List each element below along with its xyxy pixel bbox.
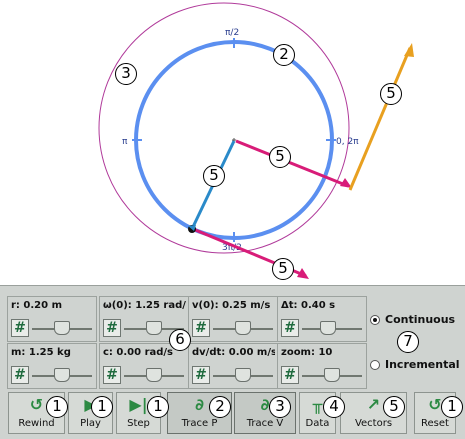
control-dt: Δt: 0.40 s # — [277, 296, 367, 342]
callout-5-force-particle: 5 — [272, 258, 294, 280]
control-velocity: v(0): 0.25 m/s # — [188, 296, 278, 342]
dt-entry-button[interactable]: # — [281, 319, 299, 337]
rewind-label: Rewind — [18, 418, 55, 429]
acceleration-vector — [348, 43, 414, 191]
control-radius: r: 0.20 m # — [7, 296, 97, 342]
dvdt-entry-button[interactable]: # — [192, 366, 210, 384]
velocity-slider-thumb[interactable] — [235, 321, 251, 335]
callout-2-trace: 2 — [209, 396, 231, 418]
control-mass-label: m: 1.25 kg — [11, 347, 71, 358]
callout-1-reset: 1 — [441, 396, 463, 418]
angle-label-top: π/2 — [225, 28, 239, 38]
incremental-radio[interactable] — [370, 360, 380, 370]
dvdt-slider-thumb[interactable] — [235, 368, 251, 382]
callout-5-force-center: 5 — [269, 146, 291, 168]
control-velocity-label: v(0): 0.25 m/s — [192, 300, 271, 311]
reset-label: Reset — [421, 418, 449, 429]
angle-label-left: π — [122, 137, 128, 147]
radius-entry-button[interactable]: # — [11, 319, 29, 337]
vectors-label: Vectors — [354, 418, 393, 429]
callout-5-vectors: 5 — [383, 396, 405, 418]
callout-7: 7 — [397, 331, 419, 353]
control-mass: m: 1.25 kg # — [7, 343, 97, 389]
callout-1-step: 1 — [147, 396, 169, 418]
c-slider-thumb[interactable] — [146, 368, 162, 382]
callout-4-data: 4 — [323, 396, 345, 418]
callout-5-accel: 5 — [380, 83, 402, 105]
play-label: Play — [80, 418, 101, 429]
control-radius-label: r: 0.20 m — [11, 300, 62, 311]
mass-slider-thumb[interactable] — [54, 368, 70, 382]
radius-slider-thumb[interactable] — [54, 321, 70, 335]
zoom-entry-button[interactable]: # — [281, 366, 299, 384]
zoom-slider-thumb[interactable] — [324, 368, 340, 382]
control-omega-label: ω(0): 1.25 rad/s — [103, 300, 186, 311]
callout-3-trace-v: 3 — [269, 396, 291, 418]
force-vector-center — [235, 139, 352, 188]
control-zoom: zoom: 10 # — [277, 343, 367, 389]
callout-5-velocity: 5 — [203, 165, 225, 187]
continuous-label[interactable]: Continuous — [385, 313, 455, 326]
callout-6: 6 — [169, 329, 191, 351]
continuous-radio[interactable] — [370, 315, 380, 325]
callout-3: 3 — [115, 63, 137, 85]
control-dvdt: dv/dt: 0.00 m/s² # — [188, 343, 278, 389]
angle-label-right: 0, 2π — [336, 137, 359, 147]
step-label: Step — [127, 418, 150, 429]
callout-2-orbit: 2 — [273, 44, 295, 66]
trace-p-label: Trace P — [181, 418, 218, 429]
data-label: Data — [305, 418, 330, 429]
control-zoom-label: zoom: 10 — [281, 347, 333, 358]
control-dvdt-label: dv/dt: 0.00 m/s² — [192, 347, 275, 358]
control-dt-label: Δt: 0.40 s — [281, 300, 336, 311]
trace-v-label: Trace V — [246, 418, 284, 429]
simulation-canvas[interactable]: π/2 π 0, 2π 3π/2 — [0, 0, 465, 285]
omega-slider-thumb[interactable] — [146, 321, 162, 335]
callout-1-play: 1 — [91, 396, 113, 418]
callout-1-rewind: 1 — [46, 396, 68, 418]
dt-slider-thumb[interactable] — [319, 321, 336, 335]
c-entry-button[interactable]: # — [103, 366, 121, 384]
mass-entry-button[interactable]: # — [11, 366, 29, 384]
omega-entry-button[interactable]: # — [103, 319, 121, 337]
particle[interactable] — [188, 225, 196, 233]
velocity-entry-button[interactable]: # — [192, 319, 210, 337]
incremental-label[interactable]: Incremental — [385, 358, 460, 371]
